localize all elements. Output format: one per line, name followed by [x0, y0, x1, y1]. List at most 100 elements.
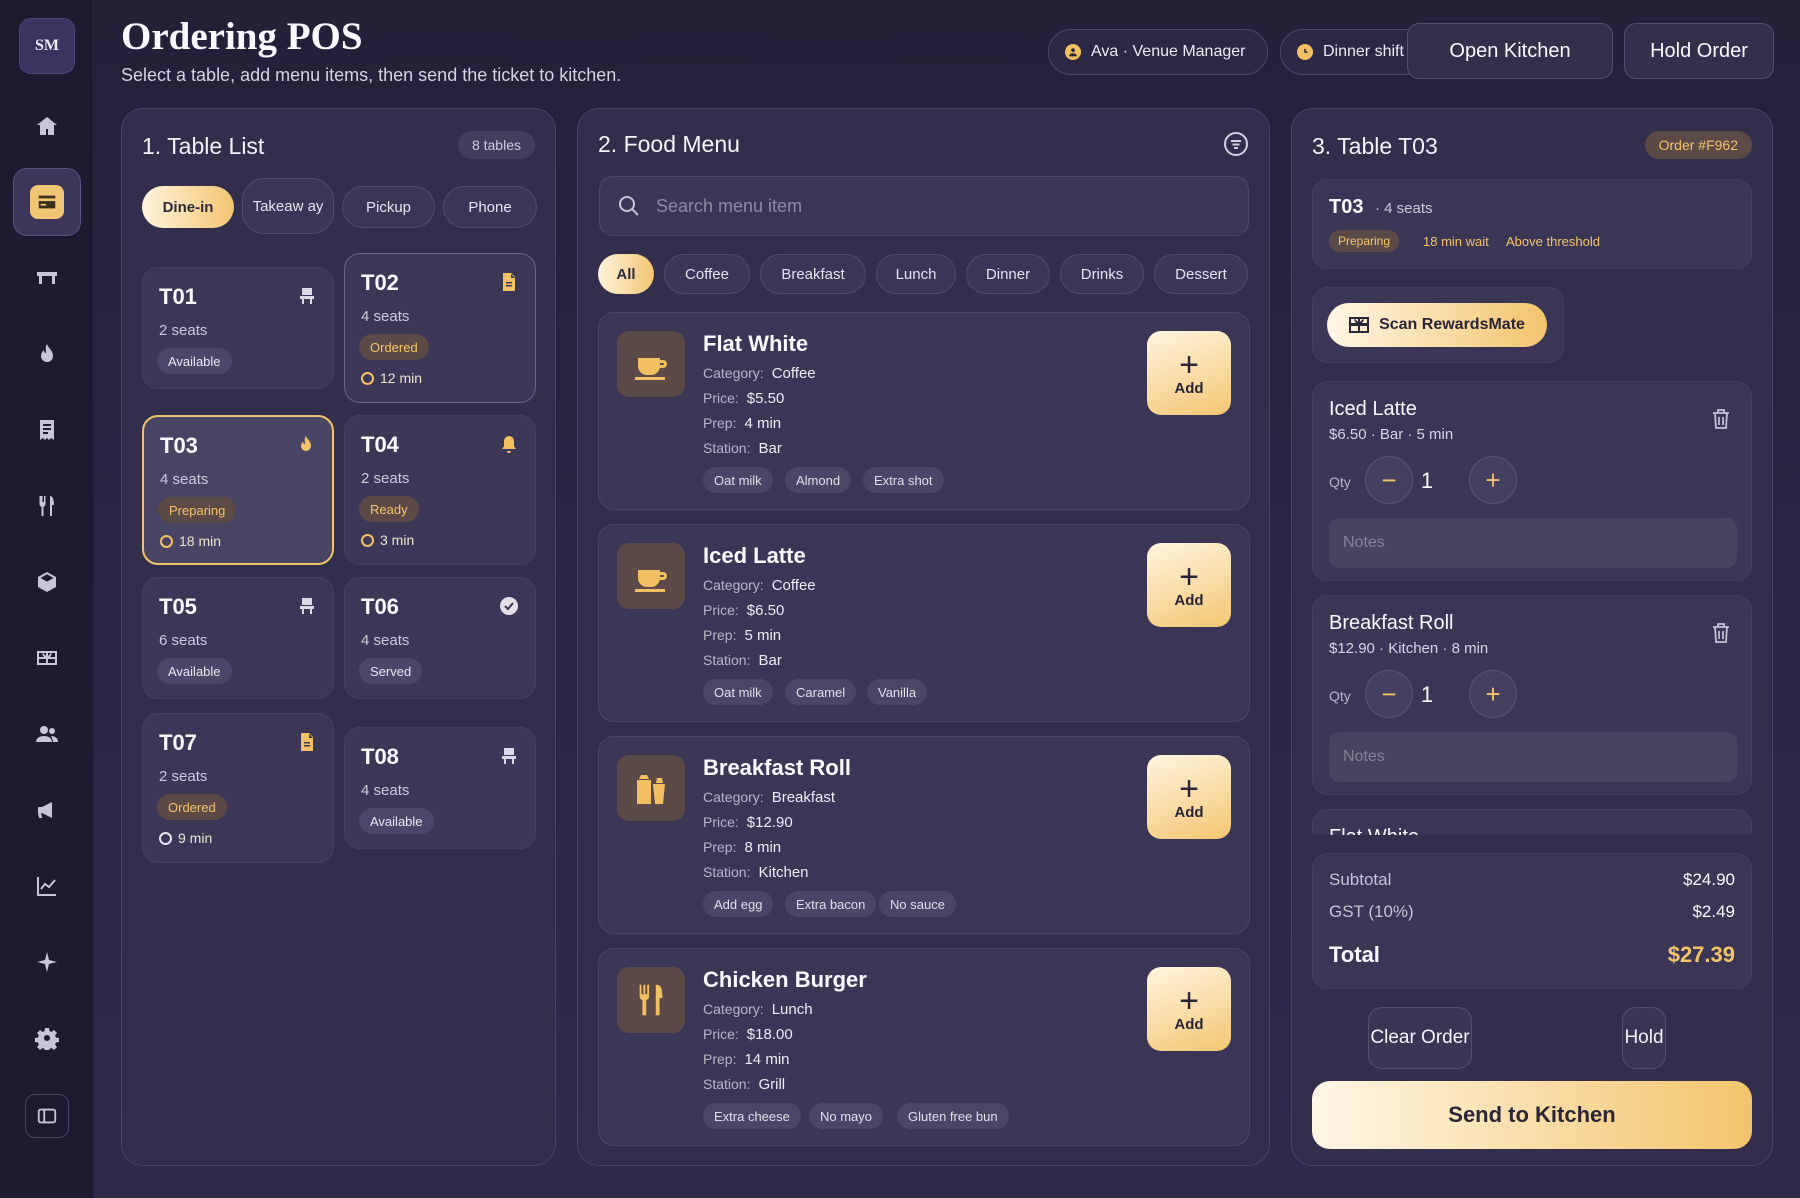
brand-logo[interactable]: SM	[19, 18, 75, 74]
add-button[interactable]: + Add	[1147, 331, 1231, 415]
table-status-badge: Available	[157, 658, 232, 684]
filter-icon[interactable]	[1223, 131, 1249, 157]
inventory-nav-button[interactable]	[13, 548, 81, 616]
table-seats: 6 seats	[159, 632, 208, 649]
modifier-tag[interactable]: Oat milk	[703, 467, 773, 493]
box-icon	[38, 572, 56, 592]
user-pill[interactable]: Ava · Venue Manager	[1048, 29, 1268, 75]
kitchen-nav-button[interactable]	[13, 320, 81, 388]
mode-phone[interactable]: Phone	[443, 186, 537, 228]
trash-icon[interactable]	[1711, 622, 1731, 644]
table-card-t04[interactable]: T04 2 seats Ready 3 min	[344, 415, 536, 565]
table-status-badge: Ready	[359, 496, 419, 522]
filter-lunch[interactable]: Lunch	[876, 254, 956, 294]
modifier-tag[interactable]: Almond	[785, 467, 852, 493]
menu-item-prep: Prep: 8 min	[703, 839, 782, 856]
ai-nav-button[interactable]	[13, 928, 81, 996]
open-kitchen-button[interactable]: Open Kitchen	[1407, 23, 1613, 79]
document-icon	[301, 733, 313, 751]
reports-nav-button[interactable]	[13, 852, 81, 920]
tables-nav-button[interactable]	[13, 244, 81, 312]
table-card-t07[interactable]: T07 2 seats Ordered 9 min	[142, 713, 334, 863]
table-card-t01[interactable]: T01 2 seats Available	[142, 267, 334, 389]
timer-icon	[361, 533, 374, 547]
filter-coffee[interactable]: Coffee	[664, 254, 750, 294]
menu-nav-button[interactable]	[13, 472, 81, 540]
table-list-panel: 1. Table List 8 tables Dine-in Takeaw ay…	[121, 108, 556, 1166]
filter-all[interactable]: All	[598, 254, 654, 294]
menu-item-category: Category: Coffee	[703, 577, 816, 594]
mode-takeaway[interactable]: Takeaw ay	[242, 178, 334, 234]
menu-item-card[interactable]: Iced Latte Category: Coffee Price: $6.50 P…	[598, 524, 1250, 722]
pos-nav-button[interactable]	[13, 168, 81, 236]
modifier-tag[interactable]: Extra bacon	[785, 891, 877, 917]
increase-qty-button[interactable]: +	[1469, 670, 1517, 718]
orders-nav-button[interactable]	[13, 396, 81, 464]
menu-search-input[interactable]: Search menu item	[599, 176, 1249, 236]
menu-item-card[interactable]: Chicken Burger Category: Lunch Price: $18.…	[598, 948, 1250, 1146]
menu-item-card[interactable]: Breakfast Roll Category: Breakfast Price:…	[598, 736, 1250, 934]
menu-item-price: Price: $6.50	[703, 602, 785, 619]
table-card-t08[interactable]: T08 4 seats Available	[344, 727, 536, 849]
filter-dinner[interactable]: Dinner	[966, 254, 1050, 294]
notes-field[interactable]: Notes	[1329, 732, 1737, 782]
table-status-badge: Available	[157, 348, 232, 374]
order-totals: Subtotal $24.90 GST (10%) $2.49 Total $27.3…	[1312, 853, 1752, 989]
decrease-qty-button[interactable]: −	[1365, 456, 1413, 504]
table-seats: 4 seats	[160, 471, 209, 488]
modifier-tag[interactable]: Add egg	[703, 891, 774, 917]
menu-item-price: Price: $18.00	[703, 1026, 793, 1043]
filter-breakfast[interactable]: Breakfast	[760, 254, 866, 294]
mode-pickup[interactable]: Pickup	[342, 186, 435, 228]
modifier-tag[interactable]: Caramel	[785, 679, 857, 705]
hold-button[interactable]: Hold	[1622, 1007, 1666, 1069]
filter-dessert[interactable]: Dessert	[1154, 254, 1248, 294]
decrease-qty-button[interactable]: −	[1365, 670, 1413, 718]
notes-field[interactable]: Notes	[1329, 518, 1737, 568]
modifier-tag[interactable]: Vanilla	[867, 679, 928, 705]
modifier-tag[interactable]: Gluten free bun	[897, 1103, 1009, 1129]
add-button[interactable]: + Add	[1147, 755, 1231, 839]
table-card-t02[interactable]: T02 4 seats Ordered 12 min	[344, 253, 536, 403]
nav-rail: SM	[0, 0, 94, 1198]
order-table-summary: T03 · 4 seats Preparing 18 min wait Abov…	[1312, 179, 1752, 269]
chair-icon	[502, 748, 516, 764]
clear-order-button[interactable]: Clear Order	[1368, 1007, 1472, 1069]
menu-item-station: Station: Bar	[703, 652, 782, 669]
home-nav-button[interactable]	[13, 92, 81, 160]
table-card-t05[interactable]: T05 6 seats Available	[142, 577, 334, 699]
modifier-tag[interactable]: No sauce	[879, 891, 956, 917]
collapse-sidebar-button[interactable]	[25, 1094, 69, 1138]
timer-icon	[361, 371, 374, 385]
settings-nav-button[interactable]	[13, 1004, 81, 1072]
add-button[interactable]: + Add	[1147, 967, 1231, 1051]
user-icon	[1065, 44, 1081, 60]
modifier-tag[interactable]: Extra shot	[863, 467, 944, 493]
increase-qty-button[interactable]: +	[1469, 456, 1517, 504]
bell-icon	[502, 436, 516, 453]
modifier-tag[interactable]: Extra cheese	[703, 1103, 801, 1129]
loyalty-nav-button[interactable]	[13, 624, 81, 692]
timer-icon	[160, 534, 173, 548]
sidebar-toggle-icon	[37, 1108, 57, 1124]
table-name: T04	[361, 432, 399, 457]
filter-drinks[interactable]: Drinks	[1060, 254, 1144, 294]
trash-icon[interactable]	[1711, 408, 1731, 430]
marketing-nav-button[interactable]	[13, 776, 81, 844]
table-status-badge: Ordered	[359, 334, 429, 360]
scan-rewards-button[interactable]: Scan RewardsMate	[1327, 303, 1547, 347]
menu-item-card[interactable]: Flat White Category: Coffee Price: $5.50 P…	[598, 312, 1250, 510]
mode-dine-in[interactable]: Dine-in	[142, 186, 234, 228]
table-card-t06[interactable]: T06 4 seats Served	[344, 577, 536, 699]
send-to-kitchen-button[interactable]: Send to Kitchen	[1312, 1081, 1752, 1149]
modifier-tag[interactable]: No mayo	[809, 1103, 884, 1129]
hold-order-header-button[interactable]: Hold Order	[1624, 23, 1774, 79]
modifier-tag[interactable]: Oat milk	[703, 679, 773, 705]
order-lines-scroll[interactable]: Iced Latte $6.50 · Bar · 5 min Qty − 1 +…	[1292, 381, 1774, 835]
table-status-badge: Available	[359, 808, 434, 834]
table-card-t03[interactable]: T03 4 seats Preparing 18 min	[142, 415, 334, 565]
users-icon	[36, 726, 58, 742]
staff-nav-button[interactable]	[13, 700, 81, 768]
order-line-item: Iced Latte $6.50 · Bar · 5 min Qty − 1 +…	[1312, 381, 1752, 581]
add-button[interactable]: + Add	[1147, 543, 1231, 627]
